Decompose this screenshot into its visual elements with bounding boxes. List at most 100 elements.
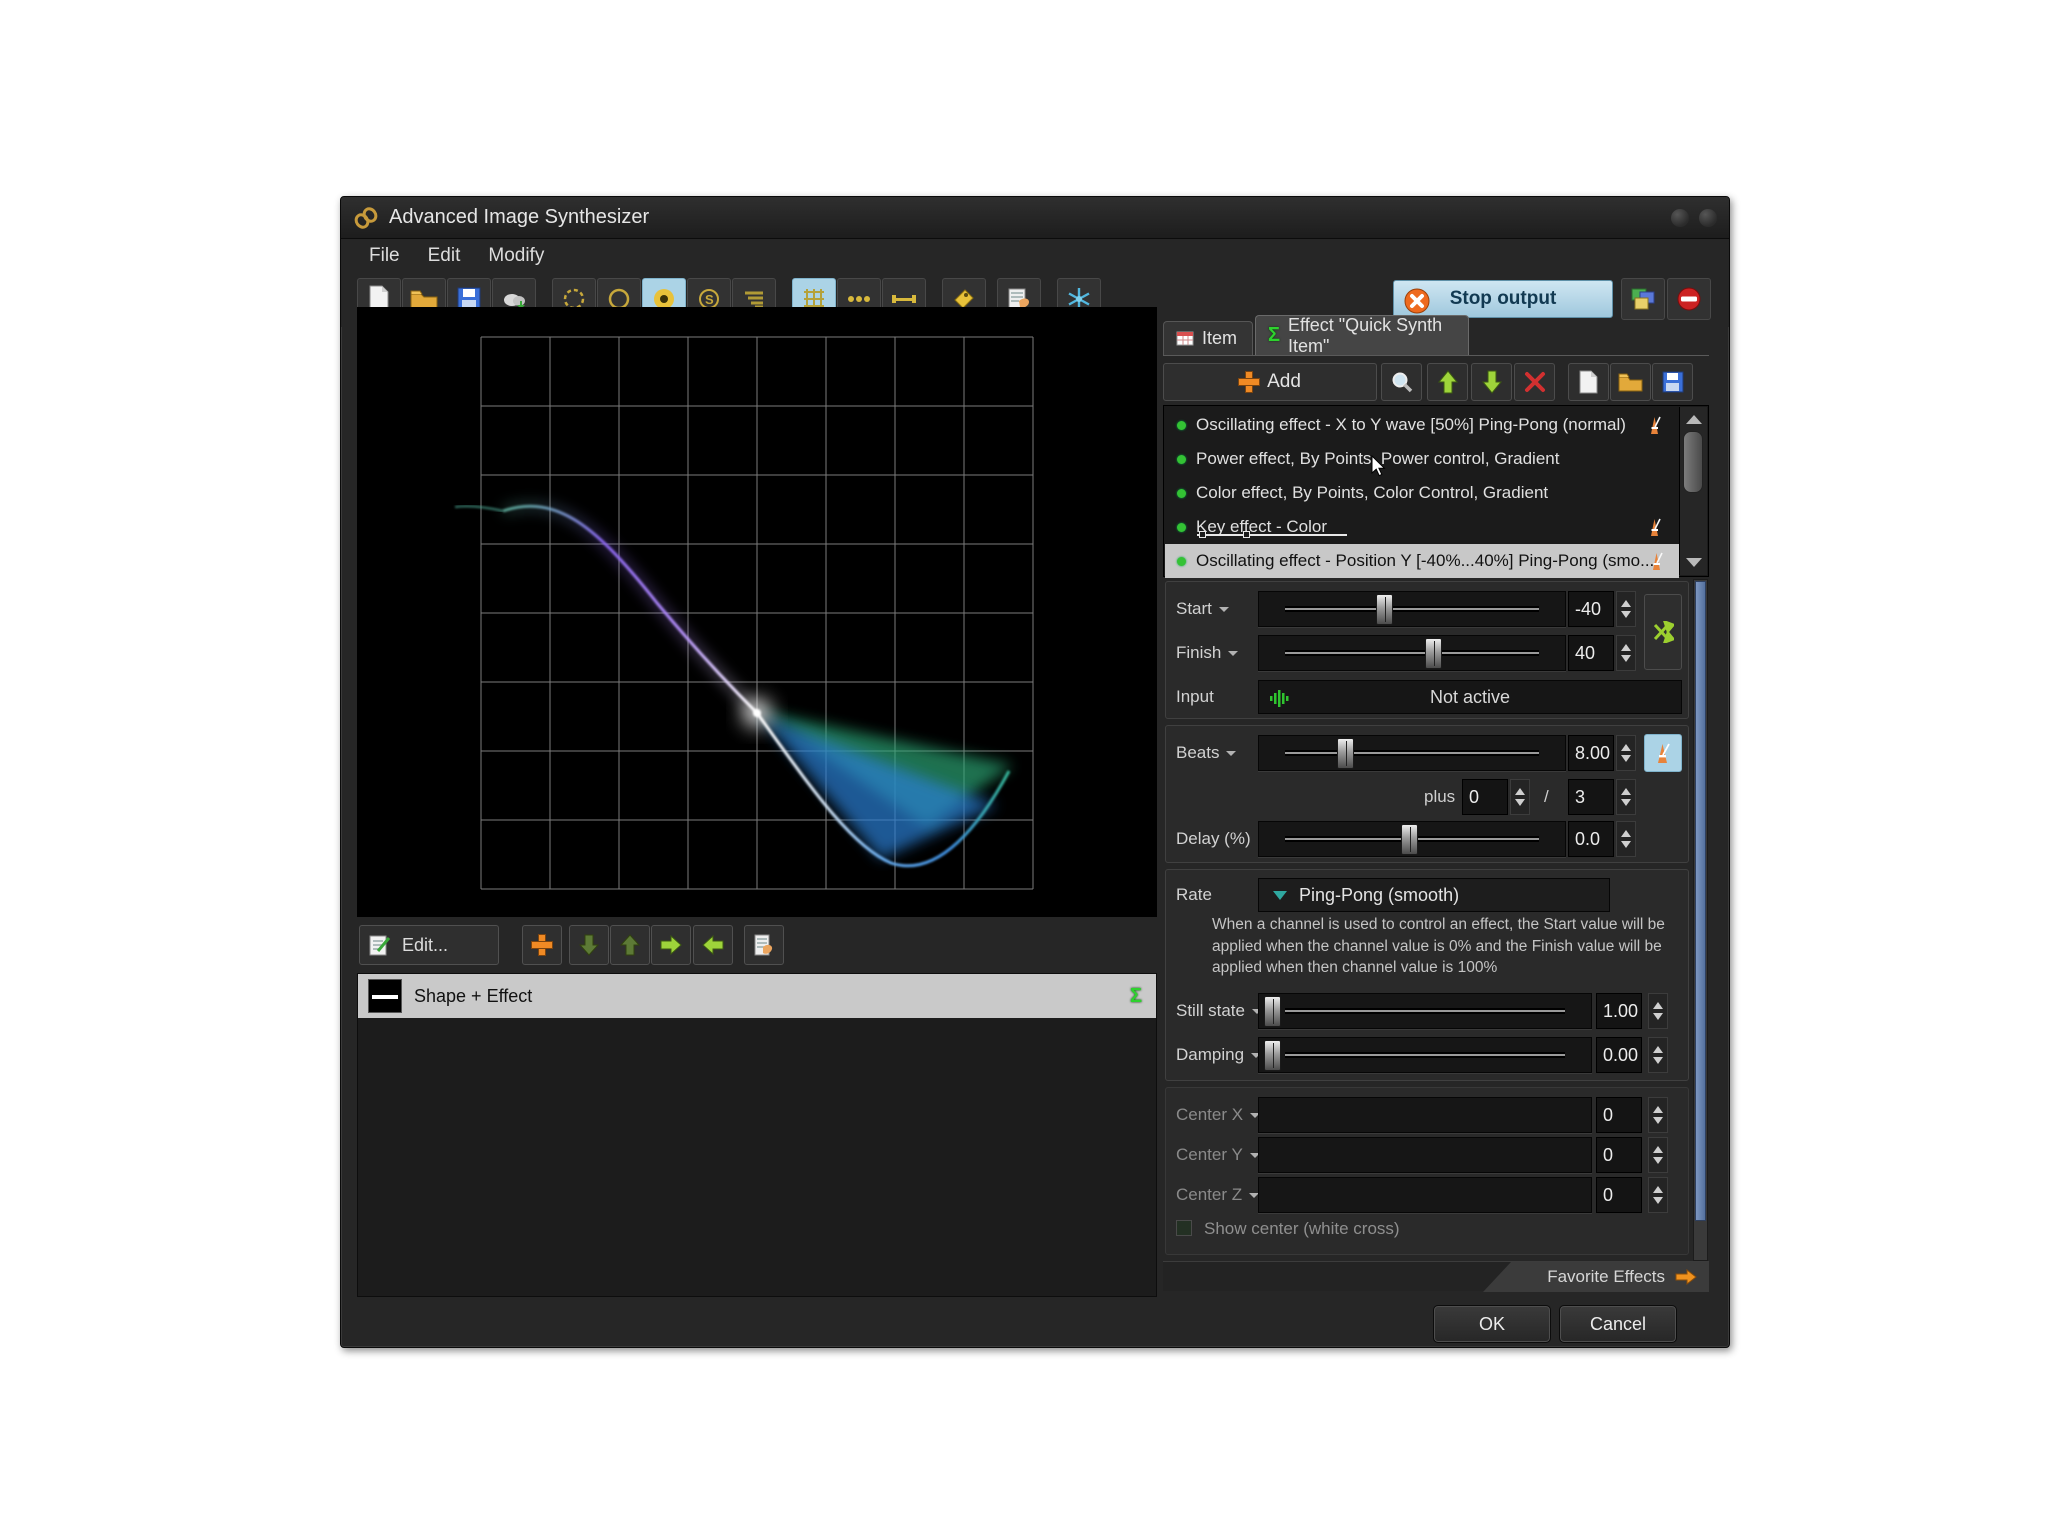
scroll-up-icon[interactable]	[1686, 415, 1702, 424]
still-state-spinner[interactable]	[1648, 993, 1668, 1029]
delete-effect-button[interactable]	[1514, 363, 1555, 401]
start-label[interactable]: Start	[1176, 599, 1229, 619]
beats-label[interactable]: Beats	[1176, 743, 1236, 763]
finish-slider-thumb[interactable]	[1425, 638, 1442, 669]
center-x-field[interactable]	[1258, 1097, 1592, 1133]
plus-value[interactable]: 0	[1462, 779, 1508, 815]
scroll-thumb[interactable]	[1683, 431, 1703, 493]
move-down-button[interactable]	[569, 925, 609, 965]
enabled-dot-icon	[1177, 455, 1186, 464]
start-slider-thumb[interactable]	[1376, 594, 1393, 625]
beats-slider-thumb[interactable]	[1337, 738, 1354, 769]
still-state-value[interactable]: 1.00	[1596, 993, 1642, 1029]
range-group: Start -40 Finish 40 Input Not active	[1165, 581, 1689, 719]
effect-row-4[interactable]: Key effect - Color	[1165, 510, 1677, 544]
finish-spinner[interactable]	[1616, 635, 1636, 671]
effect-up-button[interactable]	[1427, 363, 1468, 401]
divider-value[interactable]: 3	[1568, 779, 1614, 815]
delay-spinner[interactable]	[1616, 821, 1636, 857]
effect-row-5-selected[interactable]: Oscillating effect - Position Y [-40%...…	[1165, 544, 1679, 578]
move-right-button[interactable]	[651, 925, 691, 965]
add-effect-button[interactable]: Add	[1163, 363, 1377, 401]
new-effect-list-button[interactable]	[1568, 363, 1609, 401]
start-slider[interactable]	[1258, 591, 1566, 627]
center-z-value[interactable]: 0	[1596, 1177, 1642, 1213]
start-value[interactable]: -40	[1568, 591, 1614, 627]
input-label: Input	[1176, 687, 1214, 707]
layers-button[interactable]	[1621, 278, 1665, 320]
finish-slider[interactable]	[1258, 635, 1566, 671]
params-scroll-thumb[interactable]	[1695, 581, 1706, 1221]
center-y-value[interactable]: 0	[1596, 1137, 1642, 1173]
center-x-spinner[interactable]	[1648, 1097, 1668, 1133]
menu-edit[interactable]: Edit	[428, 245, 461, 267]
blackout-button[interactable]	[1667, 278, 1711, 320]
finish-value[interactable]: 40	[1568, 635, 1614, 671]
effect-row-2[interactable]: Power effect, By Points, Power control, …	[1165, 442, 1677, 476]
track-label: Shape + Effect	[414, 986, 532, 1007]
stop-output-button[interactable]: Stop output	[1393, 280, 1613, 318]
effect-list-scrollbar[interactable]	[1679, 407, 1707, 575]
center-x-value[interactable]: 0	[1596, 1097, 1642, 1133]
minimize-button[interactable]	[1671, 209, 1689, 227]
close-button[interactable]	[1699, 209, 1717, 227]
damping-slider-thumb[interactable]	[1264, 1040, 1281, 1071]
show-center-row: Show center (white cross)	[1166, 1216, 1688, 1256]
open-effect-button[interactable]	[1610, 363, 1651, 401]
move-left-button[interactable]	[693, 925, 733, 965]
beats-spinner[interactable]	[1616, 735, 1636, 771]
effect-row-1[interactable]: Oscillating effect - X to Y wave [50%] P…	[1165, 408, 1677, 442]
start-spinner[interactable]	[1616, 591, 1636, 627]
track-row-shape-effect[interactable]: Shape + Effect Σ	[358, 974, 1156, 1018]
center-y-spinner[interactable]	[1648, 1137, 1668, 1173]
center-z-spinner[interactable]	[1648, 1177, 1668, 1213]
tab-effect[interactable]: Σ Effect "Quick Synth Item"	[1255, 315, 1469, 355]
center-z-field[interactable]	[1258, 1177, 1592, 1213]
down-arrow-icon	[1483, 371, 1501, 393]
input-selector[interactable]: Not active	[1258, 680, 1682, 714]
params-scrollbar[interactable]	[1693, 579, 1708, 1261]
tab-item[interactable]: Item	[1163, 321, 1253, 355]
divider-spinner[interactable]	[1616, 779, 1636, 815]
still-state-slider[interactable]	[1258, 993, 1592, 1029]
edit-button[interactable]: Edit...	[359, 925, 499, 965]
still-state-slider-thumb[interactable]	[1264, 996, 1281, 1027]
scroll-down-icon[interactable]	[1686, 558, 1702, 567]
add-track-button[interactable]	[522, 925, 562, 965]
still-state-label[interactable]: Still state	[1176, 1001, 1262, 1021]
up-arrow-icon	[1439, 371, 1457, 393]
ok-button[interactable]: OK	[1433, 1305, 1551, 1343]
effect-down-button[interactable]	[1471, 363, 1512, 401]
laser-preview-canvas[interactable]	[357, 307, 1157, 917]
chevron-down-icon	[1226, 751, 1236, 761]
cancel-button[interactable]: Cancel	[1559, 1305, 1677, 1343]
move-up-button[interactable]	[610, 925, 650, 965]
menu-modify[interactable]: Modify	[488, 245, 544, 267]
timing-group: Beats 8.00 plus 0 / 3 Delay (%) 0.0	[1165, 725, 1689, 863]
finish-label[interactable]: Finish	[1176, 643, 1238, 663]
beats-slider[interactable]	[1258, 735, 1566, 771]
tab-effect-label: Effect "Quick Synth Item"	[1288, 315, 1456, 357]
center-y-field[interactable]	[1258, 1137, 1592, 1173]
effect-row-3[interactable]: Color effect, By Points, Color Control, …	[1165, 476, 1677, 510]
favorite-effects-tab[interactable]: Favorite Effects	[1483, 1262, 1709, 1292]
save-effect-button[interactable]	[1652, 363, 1693, 401]
damping-label[interactable]: Damping	[1176, 1045, 1261, 1065]
damping-slider[interactable]	[1258, 1037, 1592, 1073]
rate-dropdown[interactable]: Ping-Pong (smooth)	[1258, 878, 1610, 912]
search-effect-button[interactable]	[1381, 363, 1422, 401]
beats-value[interactable]: 8.00	[1568, 735, 1614, 771]
menu-file[interactable]: File	[369, 245, 400, 267]
title-bar[interactable]: Advanced Image Synthesizer	[341, 197, 1729, 239]
beats-metronome-button[interactable]	[1644, 734, 1682, 772]
damping-spinner[interactable]	[1648, 1037, 1668, 1073]
track-properties-button[interactable]	[744, 925, 784, 965]
damping-value[interactable]: 0.00	[1596, 1037, 1642, 1073]
show-center-checkbox[interactable]	[1176, 1220, 1192, 1236]
delay-label[interactable]: Delay (%)	[1176, 829, 1268, 849]
delay-value[interactable]: 0.0	[1568, 821, 1614, 857]
red-x-icon	[1524, 371, 1546, 393]
delay-slider[interactable]	[1258, 821, 1566, 857]
delay-slider-thumb[interactable]	[1401, 824, 1418, 855]
plus-spinner[interactable]	[1510, 779, 1530, 815]
